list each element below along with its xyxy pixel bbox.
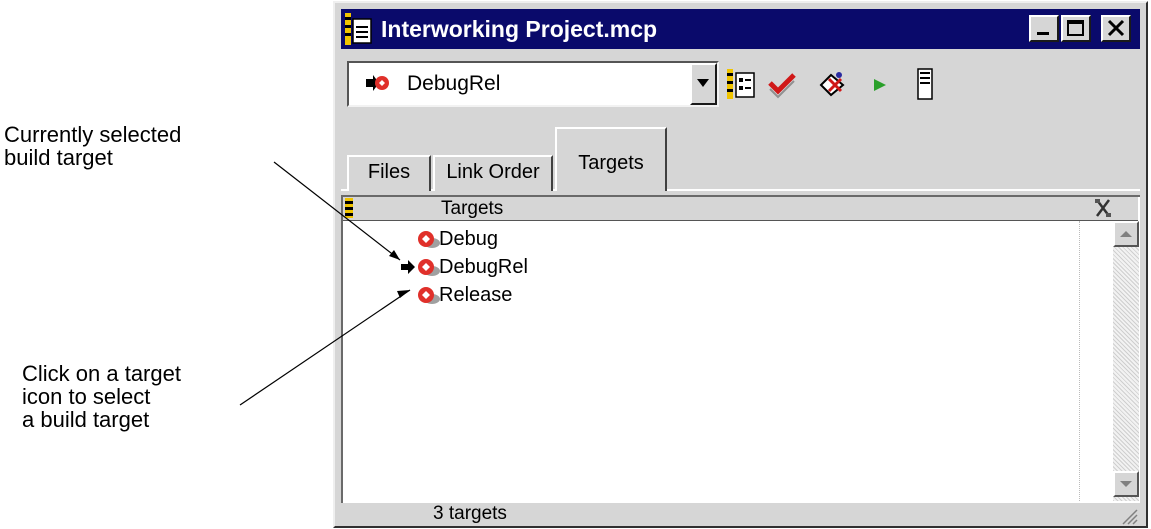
tools-icon[interactable]	[1093, 198, 1113, 218]
run-icon[interactable]	[865, 67, 895, 101]
tab-link-order[interactable]: Link Order	[433, 155, 553, 191]
target-name: DebugRel	[439, 256, 528, 278]
target-dropdown[interactable]: DebugRel	[347, 61, 719, 107]
target-icon[interactable]	[415, 229, 441, 251]
dropdown-arrow-button[interactable]	[690, 63, 717, 105]
target-name: Release	[439, 284, 513, 306]
callout-line: icon to select	[22, 384, 151, 409]
dropdown-value: DebugRel	[407, 72, 501, 95]
target-bullet-icon	[366, 75, 389, 91]
resize-grip-icon[interactable]	[1118, 505, 1138, 525]
list-header: Targets	[343, 197, 1138, 221]
window-title: Interworking Project.mcp	[381, 16, 658, 42]
scroll-up-button[interactable]	[1113, 221, 1139, 247]
callout-line: Currently selected	[4, 122, 182, 147]
project-inspector-icon[interactable]	[909, 67, 939, 101]
status-text: 3 targets	[433, 503, 507, 524]
status-bar: 3 targets	[341, 503, 1140, 525]
maximize-button[interactable]	[1061, 15, 1091, 42]
scroll-up-icon	[1120, 231, 1132, 237]
tab-label: Targets	[578, 152, 644, 174]
tab-targets[interactable]: Targets	[555, 127, 667, 191]
target-settings-icon[interactable]	[727, 67, 757, 101]
minimize-button[interactable]	[1029, 15, 1059, 42]
callout-selected-target: Currently selected build target	[4, 123, 181, 169]
callout-line: build target	[4, 145, 113, 170]
project-file-icon	[345, 13, 372, 45]
callout-line: Click on a target	[22, 361, 181, 386]
list-item-release[interactable]: Release	[401, 283, 701, 309]
maximize-icon	[1067, 20, 1084, 36]
callout-click-target: Click on a target icon to select a build…	[22, 362, 181, 431]
target-name: Debug	[439, 228, 498, 250]
minimize-icon	[1037, 32, 1049, 35]
column-marker-icon	[345, 198, 353, 218]
column-header-targets[interactable]: Targets	[441, 197, 503, 220]
chevron-down-icon	[697, 79, 709, 87]
close-icon	[1107, 19, 1125, 37]
close-button[interactable]	[1101, 15, 1131, 42]
list-item-debugrel[interactable]: DebugRel	[401, 255, 701, 281]
title-bar[interactable]: Interworking Project.mcp	[341, 9, 1140, 49]
make-icon[interactable]	[817, 67, 847, 101]
target-icon[interactable]	[415, 257, 441, 279]
callout-line: a build target	[22, 407, 150, 432]
tab-files[interactable]: Files	[347, 155, 431, 191]
targets-list: Targets Debug DebugRel Release	[341, 195, 1140, 503]
list-item-debug[interactable]: Debug	[401, 227, 701, 253]
vertical-scrollbar[interactable]	[1113, 221, 1139, 501]
column-divider	[1079, 221, 1080, 501]
synchronize-icon[interactable]	[767, 67, 797, 101]
project-window: Interworking Project.mcp DebugRel Files …	[333, 1, 1148, 528]
scroll-down-button[interactable]	[1113, 471, 1139, 497]
target-icon[interactable]	[415, 285, 441, 307]
scroll-down-icon	[1120, 481, 1132, 487]
